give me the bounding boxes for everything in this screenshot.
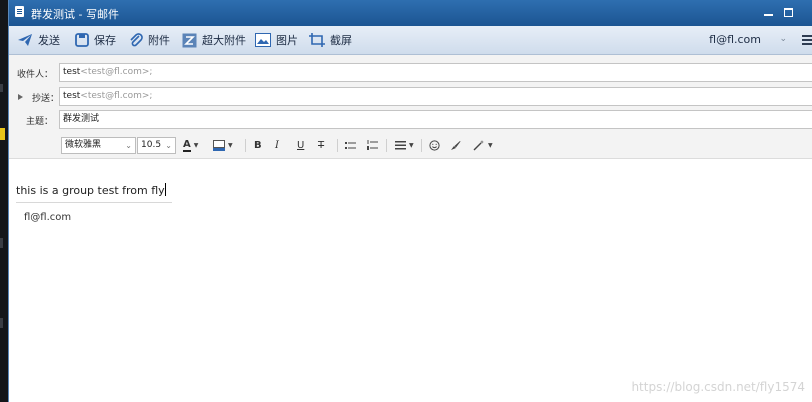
big-attachment-icon <box>182 33 197 47</box>
cc-recipient-name: test <box>63 91 81 101</box>
font-size-value: 10.5 <box>141 140 162 150</box>
attach-label: 附件 <box>148 34 170 47</box>
italic-button[interactable]: I <box>275 138 279 153</box>
title-bar: 群发测试 - 写邮件 <box>9 0 812 26</box>
save-button[interactable]: 保存 <box>75 26 116 54</box>
dropdown-arrow-icon: ▼ <box>409 142 414 149</box>
font-color-button[interactable]: A ▼ <box>183 138 198 153</box>
italic-icon: I <box>275 140 279 151</box>
bold-icon: B <box>254 140 262 151</box>
body-text[interactable]: this is a group test from fly <box>16 183 166 197</box>
font-size-select[interactable]: 10.5 ⌄ <box>137 137 176 154</box>
subject-label: 主题： <box>25 117 53 127</box>
bullet-list-button[interactable] <box>345 138 356 153</box>
underline-icon: U <box>297 140 305 151</box>
magic-wand-button[interactable]: ▼ <box>473 138 493 153</box>
image-button[interactable]: 图片 <box>255 26 298 54</box>
body-text-content: this is a group test from fly <box>16 184 165 197</box>
maximize-button[interactable] <box>783 6 795 18</box>
desktop-mark <box>0 238 3 248</box>
bold-button[interactable]: B <box>254 138 262 153</box>
divider <box>421 139 422 152</box>
chevron-down-icon: ⌄ <box>125 141 132 150</box>
cc-field[interactable]: test<test@fl.com>; <box>59 87 812 106</box>
big-attach-label: 超大附件 <box>202 34 246 47</box>
big-attach-button[interactable]: 超大附件 <box>182 26 246 54</box>
font-color-icon: A <box>183 138 191 152</box>
cc-row: 抄送： test<test@fl.com>; <box>9 86 812 110</box>
font-family-value: 微软雅黑 <box>65 140 102 150</box>
magic-wand-icon <box>473 140 484 151</box>
image-icon <box>255 33 271 47</box>
divider <box>337 139 338 152</box>
send-icon <box>18 34 32 46</box>
underline-button[interactable]: U <box>297 138 304 153</box>
desktop-yellow-mark <box>0 128 5 140</box>
document-icon <box>15 6 24 17</box>
subject-row: 主题： 群发测试 <box>9 109 812 133</box>
cc-label: 抄送： <box>31 94 59 104</box>
text-caret <box>164 183 166 196</box>
window-title: 群发测试 - 写邮件 <box>31 8 119 21</box>
chevron-down-icon: ⌄ <box>165 141 172 150</box>
bullet-list-icon <box>345 141 356 149</box>
save-label: 保存 <box>94 34 116 47</box>
image-label: 图片 <box>276 34 298 47</box>
signature: fl@fl.com <box>24 212 72 223</box>
save-icon <box>75 33 89 47</box>
highlight-color-button[interactable]: ▼ <box>213 138 233 153</box>
numbered-list-icon <box>367 140 378 150</box>
desktop-background <box>0 0 8 402</box>
emoji-button[interactable] <box>429 138 440 153</box>
format-toolbar: 微软雅黑 ⌄ 10.5 ⌄ A ▼ ▼ B I U T ▼ ▼ <box>9 134 812 159</box>
stationery-button[interactable] <box>450 138 461 153</box>
to-field[interactable]: test<test@fl.com>; <box>59 63 812 82</box>
dropdown-arrow-icon: ▼ <box>228 142 233 149</box>
strikethrough-icon: T <box>318 140 325 151</box>
header-fields: 收件人： test<test@fl.com>; 抄送： test<test@fl… <box>9 55 812 134</box>
cc-recipient-address: <test@fl.com>; <box>80 91 153 101</box>
brush-icon <box>451 141 461 150</box>
minimize-button[interactable] <box>763 6 775 18</box>
paperclip-icon <box>130 32 143 46</box>
smiley-icon <box>429 140 440 151</box>
to-label: 收件人： <box>16 70 53 80</box>
align-icon <box>395 141 406 150</box>
subject-field[interactable]: 群发测试 <box>59 110 812 129</box>
attach-button[interactable]: 附件 <box>129 26 170 54</box>
to-recipient-name: test <box>63 67 81 77</box>
dropdown-arrow-icon: ▼ <box>193 142 199 149</box>
dropdown-arrow-icon: ▼ <box>488 142 493 149</box>
screenshot-icon <box>309 33 325 47</box>
divider <box>245 139 246 152</box>
to-row: 收件人： test<test@fl.com>; <box>9 62 812 86</box>
menu-icon[interactable] <box>802 35 812 45</box>
highlight-icon <box>213 140 225 151</box>
screenshot-button[interactable]: 截屏 <box>309 26 352 54</box>
compose-window: 群发测试 - 写邮件 发送 保存 附件 超大附件 图片 截屏 fl@fl.com… <box>8 0 812 402</box>
account-selector[interactable]: fl@fl.com <box>709 33 761 46</box>
signature-divider <box>16 202 172 203</box>
numbered-list-button[interactable] <box>367 138 378 153</box>
align-button[interactable]: ▼ <box>395 138 414 153</box>
to-recipient-address: <test@fl.com>; <box>80 67 153 77</box>
desktop-mark <box>0 84 3 92</box>
strikethrough-button[interactable]: T <box>318 138 324 153</box>
toolbar: 发送 保存 附件 超大附件 图片 截屏 fl@fl.com ⌄ <box>9 26 812 55</box>
font-family-select[interactable]: 微软雅黑 ⌄ <box>61 137 136 154</box>
message-body[interactable]: this is a group test from fly fl@fl.com … <box>9 159 812 402</box>
send-label: 发送 <box>38 34 60 47</box>
screenshot-label: 截屏 <box>330 34 352 47</box>
send-button[interactable]: 发送 <box>17 26 60 54</box>
divider <box>386 139 387 152</box>
desktop-mark <box>0 318 3 328</box>
chevron-down-icon[interactable]: ⌄ <box>779 34 787 44</box>
watermark: https://blog.csdn.net/fly1574 <box>631 380 805 394</box>
